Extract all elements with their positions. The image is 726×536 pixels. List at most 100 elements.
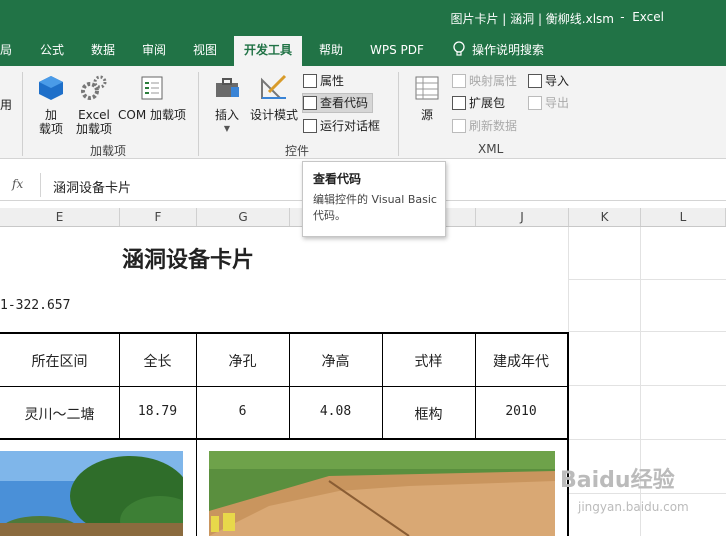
grid-line bbox=[568, 279, 726, 280]
design-mode-label: 设计模式 bbox=[249, 108, 298, 122]
group-label-xml: XML bbox=[478, 142, 504, 156]
tab-developer[interactable]: 开发工具 bbox=[234, 36, 303, 66]
run-dialog-icon bbox=[303, 119, 317, 133]
app-name: - Excel bbox=[620, 10, 664, 24]
expansion-packs-button[interactable]: 扩展包 bbox=[452, 94, 505, 112]
lightbulb-icon bbox=[453, 41, 465, 56]
value-span: 6 bbox=[238, 404, 247, 419]
tab-data[interactable]: 数据 bbox=[91, 36, 115, 66]
ribbon-separator bbox=[22, 72, 23, 156]
column-header-e[interactable]: E bbox=[0, 208, 120, 226]
tab-review[interactable]: 审阅 bbox=[142, 36, 166, 66]
title-bar: 图片卡片 | 涵洞 | 衡柳线.xlsm - Excel bbox=[0, 0, 726, 36]
tooltip-title: 查看代码 bbox=[313, 172, 362, 186]
add-addin-button[interactable]: 加 载项 bbox=[34, 74, 68, 136]
grid-line bbox=[568, 385, 726, 386]
header-year: 建成年代 bbox=[493, 354, 549, 370]
design-ruler-icon bbox=[261, 74, 287, 99]
column-header-g[interactable]: G bbox=[197, 208, 290, 226]
ribbon-cut-label: 用 bbox=[0, 98, 13, 112]
tell-me-label: 操作说明搜索 bbox=[472, 43, 545, 57]
properties-label: 属性 bbox=[320, 74, 345, 88]
ribbon-separator bbox=[398, 72, 399, 156]
baidu-watermark: Baidu经验 bbox=[560, 462, 675, 494]
map-properties-label: 映射属性 bbox=[469, 74, 518, 88]
culvert-info-table: 所在区间 全长 净孔 净高 式样 建成年代 灵川～二塘 18.79 6 4.08… bbox=[0, 332, 569, 440]
tooltip-description: 编辑控件的 Visual Basic 代码。 bbox=[313, 193, 437, 222]
refresh-icon bbox=[452, 119, 466, 133]
com-addins-label: COM 加载项 bbox=[118, 108, 186, 122]
view-code-icon bbox=[303, 96, 317, 110]
expansion-packs-label: 扩展包 bbox=[469, 96, 506, 110]
column-header-k[interactable]: K bbox=[569, 208, 641, 226]
import-icon bbox=[528, 74, 542, 88]
view-code-button[interactable]: 查看代码 bbox=[301, 93, 374, 113]
insert-label: 插入 bbox=[214, 108, 239, 122]
tab-help[interactable]: 帮助 bbox=[319, 36, 343, 66]
refresh-data-label: 刷新数据 bbox=[469, 119, 518, 133]
header-height: 净高 bbox=[321, 354, 350, 370]
value-section: 灵川～二塘 bbox=[24, 407, 95, 423]
tab-page-layout[interactable]: 局 bbox=[0, 36, 12, 66]
header-section: 所在区间 bbox=[31, 354, 88, 370]
view-code-label: 查看代码 bbox=[320, 96, 369, 110]
chevron-down-icon: ▼ bbox=[223, 124, 231, 133]
fx-icon[interactable]: fx bbox=[12, 177, 23, 191]
mileage-text: 1-322.657 bbox=[0, 298, 71, 313]
grid-line bbox=[568, 439, 726, 440]
ribbon-separator bbox=[198, 72, 199, 156]
value-length: 18.79 bbox=[137, 404, 178, 419]
xml-source-label: 源 bbox=[420, 108, 433, 122]
add-addin-label: 加 载项 bbox=[38, 108, 63, 136]
properties-icon bbox=[303, 74, 317, 88]
column-header-l[interactable]: L bbox=[641, 208, 726, 226]
xml-source-button[interactable]: 源 bbox=[410, 74, 444, 122]
photo-divider bbox=[196, 440, 197, 536]
import-label: 导入 bbox=[545, 74, 570, 88]
column-header-j[interactable]: J bbox=[476, 208, 569, 226]
gears-icon bbox=[81, 75, 107, 100]
tab-wps-pdf[interactable]: WPS PDF bbox=[370, 36, 424, 66]
com-list-icon bbox=[141, 76, 163, 100]
header-span: 净孔 bbox=[228, 354, 257, 370]
card-title: 涵洞设备卡片 bbox=[122, 248, 255, 273]
map-properties-button: 映射属性 bbox=[452, 72, 517, 90]
insert-control-button[interactable]: 插入 ▼ bbox=[208, 74, 246, 136]
xml-import-button[interactable]: 导入 bbox=[528, 72, 569, 90]
document-title: 图片卡片 | 涵洞 | 衡柳线.xlsm bbox=[450, 12, 614, 26]
design-mode-button[interactable]: 设计模式 bbox=[248, 74, 300, 122]
group-label-controls: 控件 bbox=[285, 144, 310, 158]
xml-source-icon bbox=[415, 76, 439, 100]
excel-addins-button[interactable]: Excel 加载项 bbox=[74, 74, 114, 136]
export-label: 导出 bbox=[545, 96, 570, 110]
tab-formulas[interactable]: 公式 bbox=[40, 36, 64, 66]
ribbon-tabs: 局 公式 数据 审阅 视图 开发工具 帮助 WPS PDF 操作说明搜索 bbox=[0, 36, 726, 66]
title-separator: - bbox=[620, 10, 625, 24]
tab-view[interactable]: 视图 bbox=[193, 36, 217, 66]
expansion-packs-icon bbox=[452, 96, 466, 110]
column-header-f[interactable]: F bbox=[120, 208, 197, 226]
watermark-url: jingyan.baidu.com bbox=[578, 500, 689, 514]
excel-addins-label: Excel 加载项 bbox=[75, 108, 112, 136]
header-type: 式样 bbox=[414, 354, 443, 370]
run-dialog-button[interactable]: 运行对话框 bbox=[303, 117, 380, 135]
com-addins-button[interactable]: COM 加载项 bbox=[116, 74, 188, 122]
run-dialog-label: 运行对话框 bbox=[320, 119, 381, 133]
refresh-data-button: 刷新数据 bbox=[452, 117, 517, 135]
export-icon bbox=[528, 96, 542, 110]
header-length: 全长 bbox=[143, 354, 172, 370]
value-year: 2010 bbox=[505, 404, 537, 419]
watermark-brand: Baidu经验 bbox=[560, 468, 675, 493]
addin-cube-icon bbox=[39, 76, 63, 100]
tell-me-search[interactable]: 操作说明搜索 bbox=[452, 36, 544, 66]
group-label-addins: 加载项 bbox=[90, 144, 127, 158]
view-code-tooltip: 查看代码 编辑控件的 Visual Basic 代码。 bbox=[302, 161, 446, 237]
properties-button[interactable]: 属性 bbox=[303, 72, 344, 90]
table-line bbox=[0, 386, 567, 387]
map-properties-icon bbox=[452, 74, 466, 88]
app-name-label: Excel bbox=[632, 10, 664, 24]
value-type: 框构 bbox=[414, 407, 443, 423]
xml-export-button: 导出 bbox=[528, 94, 569, 112]
culvert-photo-left[interactable] bbox=[0, 451, 183, 536]
culvert-photo-right[interactable] bbox=[209, 451, 555, 536]
